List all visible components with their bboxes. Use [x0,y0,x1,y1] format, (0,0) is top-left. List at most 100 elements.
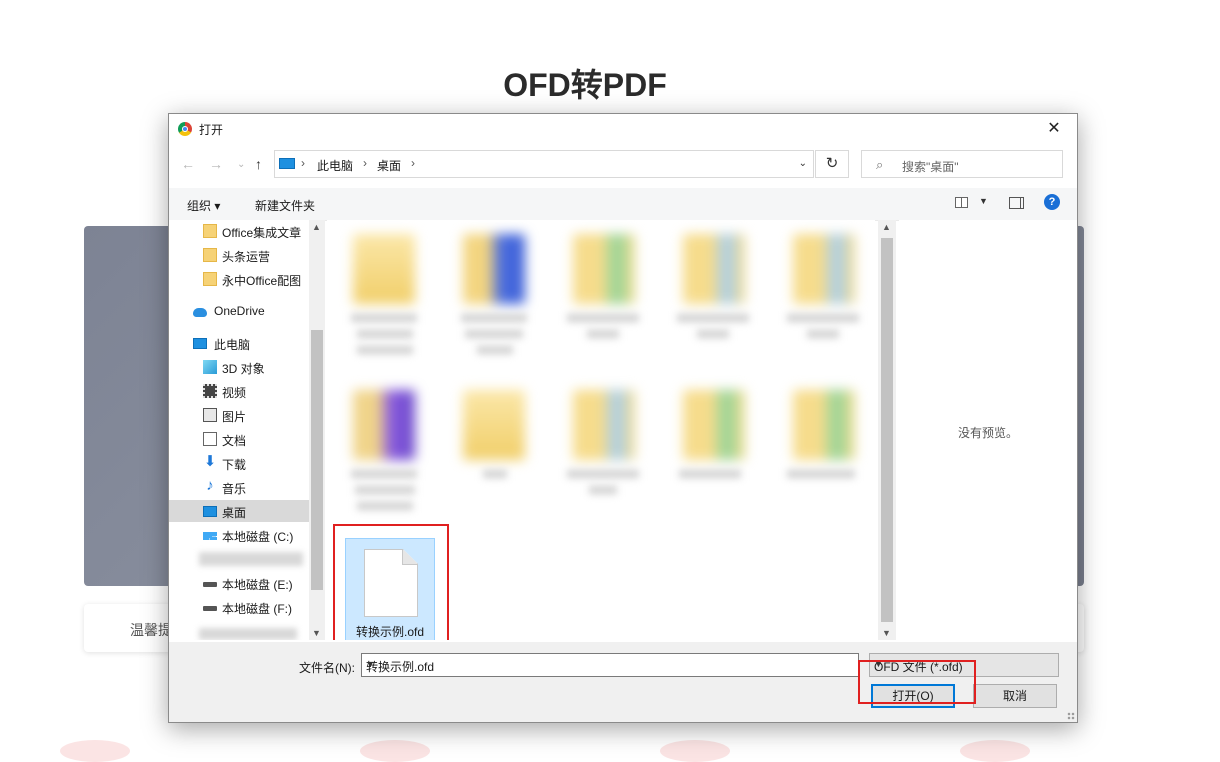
sidebar-item-office-articles[interactable]: Office集成文章 [169,220,309,242]
close-icon[interactable]: ✕ [1031,114,1077,144]
sidebar-item-toutiao[interactable]: 头条运营 [169,244,309,266]
breadcrumb-separator: › [363,156,367,170]
windows-drive-icon [203,532,217,540]
bottom-decoration [0,740,1220,762]
organize-button[interactable]: 组织 ▾ [187,197,220,214]
sidebar-item-onedrive[interactable]: OneDrive [169,300,309,322]
open-file-dialog: 打开 ✕ ← → ⌄ ↑ › 此电脑 › 桌面 › ⌄ ↻ ⌕ 搜索"桌面" 组… [168,113,1078,723]
navigation-bar: ← → ⌄ ↑ › 此电脑 › 桌面 › ⌄ ↻ ⌕ 搜索"桌面" [169,148,1077,182]
help-icon[interactable]: ? [1044,194,1060,210]
file-item-label [351,470,417,478]
3d-objects-icon [203,360,217,374]
file-item-label [567,314,639,322]
folder-icon [203,272,217,286]
file-item[interactable] [463,234,525,304]
file-item-label [807,330,839,338]
breadcrumb-separator: › [301,156,305,170]
scroll-up-icon[interactable]: ▲ [882,222,891,232]
page-title: OFD转PDF [503,67,667,103]
scroll-up-icon[interactable]: ▲ [312,222,321,232]
sidebar-item-drive-f[interactable]: 本地磁盘 (F:) [169,596,309,618]
pictures-icon [203,408,217,422]
tip-text: 温馨提 [130,622,172,638]
cancel-button[interactable]: 取消 [973,684,1057,708]
sidebar-item-label: OneDrive [214,304,265,318]
documents-icon [203,432,217,446]
onedrive-icon [193,308,207,317]
file-list-scrollbar[interactable]: ▲ ▼ [878,220,896,640]
file-item[interactable] [683,234,745,304]
back-arrow-icon[interactable]: ← [181,156,195,172]
dialog-title: 打开 [199,123,224,137]
file-item-label [477,346,513,354]
redacted-item [199,552,303,566]
file-item-label [357,346,413,354]
navigation-pane: Office集成文章 头条运营 永中Office配图 OneDrive 此电脑 … [169,220,325,640]
preview-pane-icon[interactable] [1009,197,1024,209]
sidebar-item-label: Office集成文章 [222,226,302,240]
chevron-down-icon[interactable]: ⌄ [799,158,807,169]
up-arrow-icon[interactable]: ↑ [255,156,262,172]
highlight-box [333,524,449,640]
chevron-down-icon[interactable]: ▼ [366,659,852,669]
filename-input[interactable]: 转换示例.ofd ▼ [361,653,859,677]
scroll-down-icon[interactable]: ▼ [882,628,891,638]
sidebar-item-drive-c[interactable]: 本地磁盘 (C:) [169,524,309,546]
file-item-label [787,314,859,322]
view-options-icon[interactable] [955,197,968,208]
sidebar-item-music[interactable]: ♪ 音乐 [169,476,309,498]
sidebar-item-drive-e[interactable]: 本地磁盘 (E:) [169,572,309,594]
file-item-label [351,314,417,322]
file-item-label [677,314,749,322]
sidebar-item-desktop[interactable]: 桌面 [169,500,309,522]
file-item-label [465,330,523,338]
no-preview-text: 没有预览。 [957,426,1018,440]
scroll-down-icon[interactable]: ▼ [312,628,321,638]
preview-pane: 没有预览。 [899,220,1077,640]
video-icon [203,384,217,398]
file-item[interactable] [353,390,415,460]
file-item[interactable] [793,390,855,460]
file-item[interactable] [793,234,855,304]
sidebar-item-downloads[interactable]: ⬇ 下载 [169,452,309,474]
sidebar-item-3d-objects[interactable]: 3D 对象 [169,356,309,378]
file-item[interactable] [573,234,635,304]
file-item-label [567,470,639,478]
file-item[interactable] [683,390,745,460]
file-item[interactable] [353,234,415,304]
file-item[interactable] [573,390,635,460]
sidebar-item-videos[interactable]: 视频 [169,380,309,402]
sidebar-item-label: 本地磁盘 (C:) [222,530,294,544]
computer-icon [279,158,295,169]
sidebar-item-label: 头条运营 [222,250,271,264]
resize-grip-icon[interactable] [1067,712,1075,720]
breadcrumb-this-pc[interactable]: 此电脑 [317,157,353,174]
search-input[interactable]: ⌕ 搜索"桌面" [861,150,1063,178]
chevron-down-icon[interactable]: ▼ [979,196,988,206]
sidebar-scrollbar[interactable]: ▲ ▼ [309,220,325,640]
file-item-label [483,470,507,478]
sidebar-item-label: 本地磁盘 (E:) [222,578,293,592]
sidebar-item-this-pc[interactable]: 此电脑 [169,332,309,354]
sidebar-item-yozo-images[interactable]: 永中Office配图 [169,268,309,290]
recent-locations-icon[interactable]: ⌄ [237,159,245,170]
file-list: 转换示例.ofd [327,220,875,640]
sidebar-item-label: 文档 [222,434,247,448]
command-toolbar: 组织 ▾ 新建文件夹 ▼ ? [169,188,1077,221]
scrollbar-thumb[interactable] [881,238,893,622]
drive-icon [203,606,217,611]
new-folder-button[interactable]: 新建文件夹 [255,197,315,214]
file-item[interactable] [463,390,525,460]
sidebar-item-pictures[interactable]: 图片 [169,404,309,426]
forward-arrow-icon[interactable]: → [209,156,223,172]
search-placeholder: 搜索"桌面" [902,160,959,174]
breadcrumb-desktop[interactable]: 桌面 [377,157,401,174]
chrome-icon [178,122,192,136]
sidebar-item-label: 此电脑 [214,338,251,352]
scrollbar-thumb[interactable] [311,330,323,590]
address-bar[interactable]: › 此电脑 › 桌面 › ⌄ [274,150,814,178]
sidebar-item-label: 音乐 [222,482,247,496]
sidebar-item-documents[interactable]: 文档 [169,428,309,450]
refresh-button[interactable]: ↻ [815,150,849,178]
filename-label: 文件名(N): [299,661,355,675]
